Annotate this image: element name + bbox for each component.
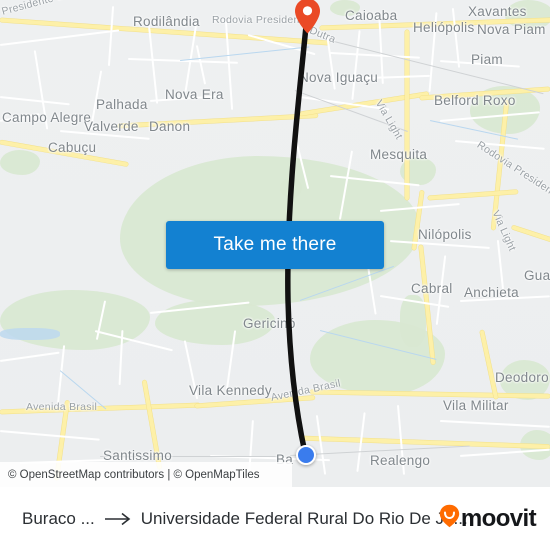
map-label: Nova Piam	[477, 22, 546, 37]
map-label: Santissimo	[103, 448, 173, 463]
footer-bar: Buraco ... Universidade Federal Rural Do…	[0, 487, 550, 550]
map-label: Cabral	[411, 281, 453, 296]
attribution-text: © OpenStreetMap contributors | © OpenMap…	[8, 468, 260, 481]
map-label: Rodilândia	[133, 14, 200, 29]
map-attribution[interactable]: © OpenStreetMap contributors | © OpenMap…	[0, 462, 292, 487]
map-label: Campo Alegre	[2, 110, 92, 125]
map-label: Gericinó	[243, 316, 296, 331]
map-label: Caioaba	[345, 8, 398, 23]
moovit-pin-icon	[439, 504, 460, 533]
map-canvas[interactable]: Presidente DutraRodilândiaRodovia Presid…	[0, 0, 550, 487]
trip-destination-label: Universidade Federal Rural Do Rio De Ja.…	[140, 508, 468, 528]
take-me-there-button[interactable]: Take me there	[166, 221, 384, 269]
map-label: Avenida Brasil	[26, 401, 98, 413]
park-area	[280, 178, 302, 198]
map-label: Valverde	[84, 119, 139, 134]
moovit-brand-text: moovit	[460, 504, 537, 532]
park-area	[0, 290, 150, 350]
map-label: Mesquita	[370, 147, 428, 162]
water-area	[0, 328, 60, 340]
map-label: Heliópolis	[413, 20, 475, 35]
trip-origin-label: Buraco ...	[22, 508, 95, 528]
arrow-right-icon	[104, 512, 132, 526]
map-label: Danon	[149, 119, 191, 134]
map-label: Deodoro	[495, 370, 549, 385]
moovit-map-screen: Presidente DutraRodilândiaRodovia Presid…	[0, 0, 550, 550]
map-label: Piam	[471, 52, 503, 67]
moovit-logo[interactable]: moovit	[439, 504, 537, 533]
park-area	[0, 150, 40, 175]
map-label: Nova Iguaçu	[299, 70, 379, 85]
map-label: Xavantes	[468, 4, 527, 19]
map-label: Realengo	[370, 453, 431, 468]
map-label: Guad	[524, 268, 550, 283]
map-label: Vila Militar	[443, 398, 509, 413]
origin-pin-icon[interactable]	[294, 0, 321, 34]
trip-summary: Buraco ... Universidade Federal Rural Do…	[22, 508, 468, 529]
map-label: Anchieta	[464, 285, 519, 300]
map-label: Nilópolis	[418, 227, 472, 242]
map-label: Belford Roxo	[434, 93, 516, 108]
map-label: Palhada	[96, 97, 148, 112]
map-label: Cabuçu	[48, 140, 97, 155]
destination-dot-icon[interactable]	[296, 445, 316, 465]
map-label: Vila Kennedy	[189, 383, 272, 398]
map-label: Nova Era	[165, 87, 224, 102]
